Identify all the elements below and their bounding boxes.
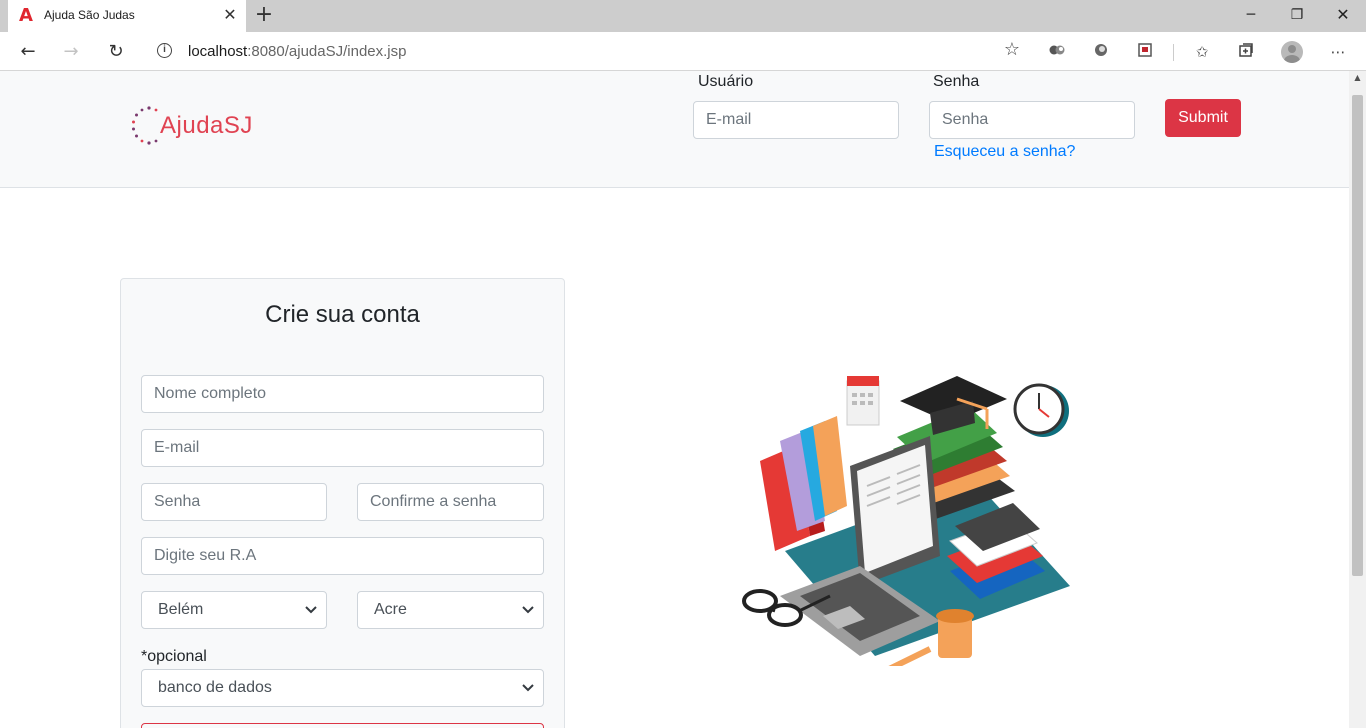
logo-text: AjudaSJ xyxy=(160,112,253,139)
restore-window-icon[interactable]: ❐ xyxy=(1274,0,1320,30)
close-tab-icon[interactable]: ✕ xyxy=(220,6,240,26)
extension-icon[interactable] xyxy=(1046,41,1068,63)
profile-avatar[interactable] xyxy=(1281,41,1303,63)
password-label: Senha xyxy=(933,73,980,90)
chevron-down-icon xyxy=(305,606,317,614)
state-select[interactable]: Acre xyxy=(357,591,544,629)
new-tab-icon[interactable]: + xyxy=(253,4,275,26)
create-account-button[interactable] xyxy=(141,723,544,728)
scrollbar-thumb[interactable] xyxy=(1352,95,1363,576)
collections-icon[interactable] xyxy=(1235,41,1257,63)
signup-card: Crie sua conta Nome completo E-mail Senh… xyxy=(120,278,565,728)
url-host: localhost xyxy=(188,43,248,60)
interest-select[interactable]: banco de dados xyxy=(141,669,544,707)
scroll-up-arrow-icon[interactable]: ▲ xyxy=(1349,73,1366,87)
favorite-star-icon[interactable]: ☆ xyxy=(1004,39,1020,60)
address-bar[interactable]: i localhost:8080/ajudaSJ/index.jsp ☆ xyxy=(145,36,1030,67)
ra-input[interactable]: Digite seu R.A xyxy=(141,537,544,575)
login-password-input[interactable]: Senha xyxy=(929,101,1135,139)
extension-circle-icon[interactable] xyxy=(1090,41,1112,63)
forward-arrow-icon[interactable]: → xyxy=(57,38,85,66)
back-arrow-icon[interactable]: ← xyxy=(14,38,42,66)
url-path: :8080/ajudaSJ/index.jsp xyxy=(247,43,407,60)
city-select[interactable]: Belém xyxy=(141,591,327,629)
user-label: Usuário xyxy=(698,73,754,90)
chevron-down-icon xyxy=(522,684,534,692)
browser-toolbar: ← → ↻ i localhost:8080/ajudaSJ/index.jsp… xyxy=(0,32,1366,71)
optional-label: *opcional xyxy=(141,648,207,665)
page-viewport: AjudaSJ Usuário E-mail Senha Senha Esque… xyxy=(0,71,1366,728)
signup-email-input[interactable]: E-mail xyxy=(141,429,544,467)
site-info-icon[interactable]: i xyxy=(157,43,172,58)
toolbar-separator xyxy=(1173,44,1174,61)
browser-tab-strip: A Ajuda São Judas ✕ + ─ ❐ ✕ xyxy=(0,0,1366,32)
education-illustration xyxy=(742,376,1070,666)
login-email-input[interactable]: E-mail xyxy=(693,101,899,139)
favorites-list-icon[interactable]: ✩ xyxy=(1191,41,1213,63)
submit-button[interactable]: Submit xyxy=(1165,99,1241,137)
state-selected-value: Acre xyxy=(374,601,407,618)
chevron-down-icon xyxy=(522,606,534,614)
extension-shield-icon[interactable] xyxy=(1134,41,1156,63)
full-name-input[interactable]: Nome completo xyxy=(141,375,544,413)
tab-title: Ajuda São Judas xyxy=(44,8,135,22)
page-scrollbar[interactable]: ▲ xyxy=(1349,71,1366,728)
more-menu-icon[interactable]: ⋯ xyxy=(1327,41,1349,63)
reload-icon[interactable]: ↻ xyxy=(102,38,130,66)
url-text[interactable]: localhost:8080/ajudaSJ/index.jsp xyxy=(188,43,406,60)
interest-selected-value: banco de dados xyxy=(158,679,272,696)
forgot-password-link[interactable]: Esqueceu a senha? xyxy=(934,143,1075,161)
site-favicon-icon: A xyxy=(19,5,33,26)
site-logo[interactable]: AjudaSJ xyxy=(130,105,270,145)
confirm-password-input[interactable]: Confirme a senha xyxy=(357,483,544,521)
city-selected-value: Belém xyxy=(158,601,204,618)
close-window-icon[interactable]: ✕ xyxy=(1320,0,1366,30)
signup-title: Crie sua conta xyxy=(265,301,420,328)
minimize-window-icon[interactable]: ─ xyxy=(1228,0,1274,30)
site-header: AjudaSJ Usuário E-mail Senha Senha Esque… xyxy=(0,71,1349,188)
signup-password-input[interactable]: Senha xyxy=(141,483,327,521)
browser-tab[interactable]: A Ajuda São Judas ✕ xyxy=(8,0,246,32)
